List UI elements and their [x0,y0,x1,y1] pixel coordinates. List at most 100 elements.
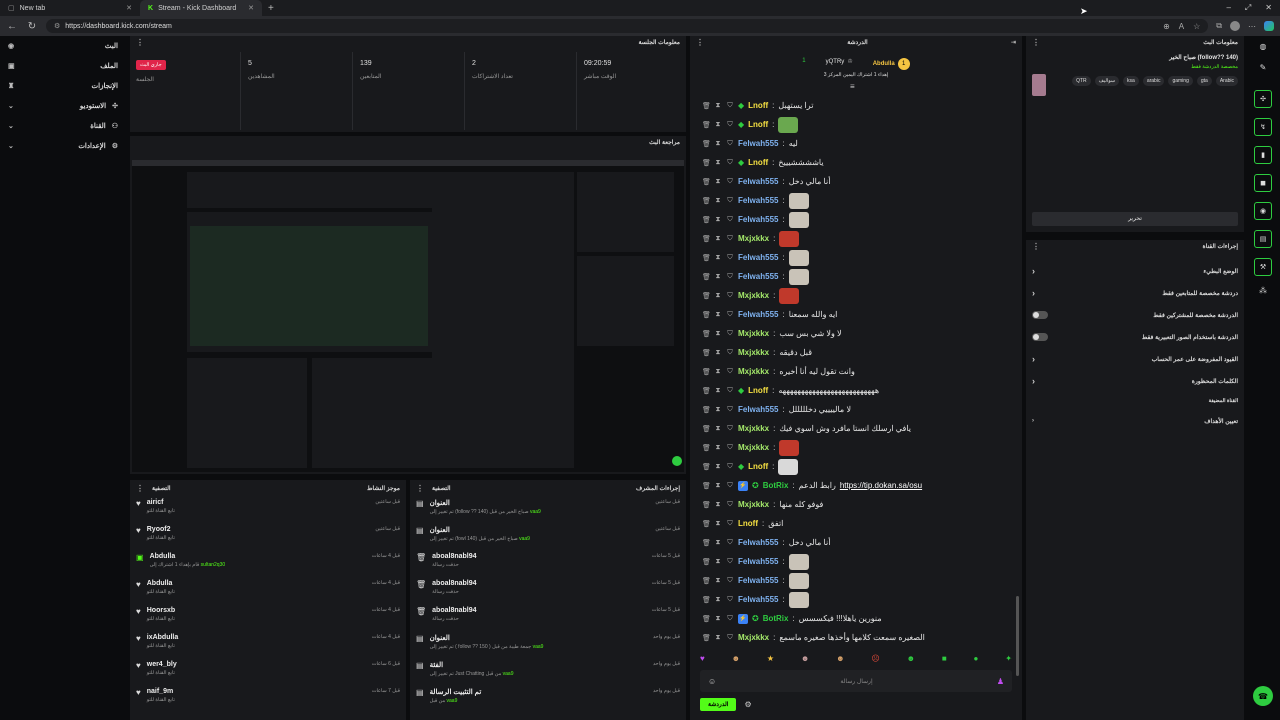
chat-username[interactable]: Felwah555 [738,215,778,224]
chat-username[interactable]: Felwah555 [738,139,778,148]
timeout-icon[interactable]: ⧗ [714,235,722,243]
chat-input-box[interactable]: ☺ إرسال رسالة ♟ [700,670,1012,692]
timeout-icon[interactable]: ⧗ [714,406,722,414]
timeout-icon[interactable]: ⧗ [714,273,722,281]
timeout-icon[interactable]: ⧗ [714,311,722,319]
pin-icon[interactable]: ≡ [850,82,855,91]
timeout-icon[interactable]: ⧗ [714,178,722,186]
url-field[interactable]: ⚙ https://dashboard.kick.com/stream ⊕ A … [46,19,1209,33]
emote-icon[interactable]: ☻ [907,654,915,668]
gear-icon[interactable]: ⚙ [744,700,751,709]
delete-message-icon[interactable]: 🗑 [702,501,711,509]
delete-message-icon[interactable]: 🗑 [702,482,711,490]
filter-button[interactable]: التصفية [152,485,171,492]
chat-username[interactable]: Felwah555 [738,405,778,414]
add-action-icon[interactable]: ⁂ [1259,286,1267,295]
menu-icon[interactable]: ⋯ [1248,22,1256,31]
browser-tab-newtab[interactable]: ▢ New tab ✕ [0,0,140,16]
chat-username[interactable]: Mxjxkkx [738,367,769,376]
timeout-icon[interactable]: ⧗ [714,520,722,528]
close-icon[interactable]: ✕ [248,4,254,12]
copilot-icon[interactable] [1264,21,1274,31]
pencil-icon[interactable]: ✎ [1260,63,1267,72]
emote-icon[interactable]: ♥ [700,654,705,668]
panel-menu-icon[interactable]: ⋮ [416,484,424,493]
rail-button-broadcast[interactable]: ◉ [1254,202,1272,220]
toggle-switch[interactable] [1032,333,1048,341]
emote-icon[interactable]: ■ [942,654,947,668]
timeout-icon[interactable]: ⧗ [714,615,722,623]
channel-action-row[interactable]: › القيود المفروضة على عمر الحساب [1026,348,1244,370]
panel-menu-icon[interactable]: ⋮ [136,484,144,493]
timeout-icon[interactable]: ⧗ [714,197,722,205]
delete-message-icon[interactable]: 🗑 [702,159,711,167]
sidebar-item-achievements[interactable]: ♜ الإنجازات [0,76,126,96]
chat-username[interactable]: Felwah555 [738,253,778,262]
chat-username[interactable]: Mxjxkkx [738,633,769,642]
site-info-icon[interactable]: ⚙ [54,22,60,30]
emote-icon[interactable]: ● [974,654,979,668]
channel-action-row[interactable]: الدردشة باستخدام الصور التعبيرية فقط [1026,326,1244,348]
chat-username[interactable]: Felwah555 [738,310,778,319]
chat-username[interactable]: Mxjxkkx [738,234,769,243]
set-goals-row[interactable]: › تعيين الأهداف [1026,410,1244,432]
reload-icon[interactable]: ↻ [26,21,38,32]
timeout-icon[interactable]: ⧗ [714,121,722,129]
timeout-icon[interactable]: ⧗ [714,349,722,357]
timeout-icon[interactable]: ⧗ [714,482,722,490]
delete-message-icon[interactable]: 🗑 [702,292,711,300]
timeout-icon[interactable]: ⧗ [714,463,722,471]
delete-message-icon[interactable]: 🗑 [702,577,711,585]
activity-user[interactable]: wer4_bly [147,661,177,668]
activity-user[interactable]: naif_9m [147,688,175,695]
chat-username[interactable]: Lnoff [748,101,768,110]
timeout-icon[interactable]: ⧗ [714,292,722,300]
browser-tab-kick[interactable]: K Stream - Kick Dashboard ✕ [140,0,262,16]
chat-username[interactable]: Felwah555 [738,576,778,585]
chat-username[interactable]: Felwah555 [738,595,778,604]
delete-message-icon[interactable]: 🗑 [702,539,711,547]
activity-user[interactable]: airicf [147,499,175,506]
delete-message-icon[interactable]: 🗑 [702,368,711,376]
sidebar-item-profile[interactable]: ▣ الملف [0,56,126,76]
activity-user[interactable]: ixAbdulla [147,634,179,641]
mod-user[interactable]: vaa9 [519,536,530,542]
timeout-icon[interactable]: ⧗ [714,501,722,509]
rail-button-clips[interactable]: ▮ [1254,146,1272,164]
delete-message-icon[interactable]: 🗑 [702,615,711,623]
rail-button-chat[interactable]: ◼ [1254,174,1272,192]
favorite-icon[interactable]: ☆ [1193,22,1200,31]
sidebar-item-studio[interactable]: ⌄ الاستوديو ✣ [0,96,126,116]
edit-stream-button[interactable]: تحرير [1032,212,1238,226]
delete-message-icon[interactable]: 🗑 [702,140,711,148]
delete-message-icon[interactable]: 🗑 [702,330,711,338]
collapse-icon[interactable]: ⇥ [1011,39,1016,46]
new-tab-button[interactable]: + [262,3,274,14]
emote-icon[interactable]: ☻ [836,654,844,668]
rail-button-tools[interactable]: ⚒ [1254,258,1272,276]
delete-message-icon[interactable]: 🗑 [702,178,711,186]
chat-username[interactable]: Lnoff [748,158,768,167]
delete-message-icon[interactable]: 🗑 [702,406,711,414]
emote-icon[interactable]: ★ [767,654,774,668]
panel-menu-icon[interactable]: ⋮ [1032,38,1040,47]
minimize-icon[interactable]: – [1226,3,1230,13]
emote-icon[interactable]: ☻ [732,654,740,668]
chat-input[interactable]: إرسال رسالة [840,678,872,685]
close-window-icon[interactable]: ✕ [1265,3,1272,13]
chat-username[interactable]: Mxjxkkx [738,291,769,300]
chat-username[interactable]: Mxjxkkx [738,329,769,338]
delete-message-icon[interactable]: 🗑 [702,634,711,642]
chat-username[interactable]: Lnoff [748,462,768,471]
sidebar-item-settings[interactable]: ⌄ الإعدادات ⚙ [0,136,126,156]
mod-user[interactable]: vaa9 [530,509,541,515]
chat-username[interactable]: Felwah555 [738,557,778,566]
timeout-icon[interactable]: ⧗ [714,102,722,110]
chat-username[interactable]: BotRix [763,614,789,623]
restore-icon[interactable]: ⤢ [1245,3,1251,13]
read-aloud-icon[interactable]: A [1179,22,1184,31]
timeout-icon[interactable]: ⧗ [714,539,722,547]
timeout-icon[interactable]: ⧗ [714,596,722,604]
delete-message-icon[interactable]: 🗑 [702,349,711,357]
delete-message-icon[interactable]: 🗑 [702,197,711,205]
